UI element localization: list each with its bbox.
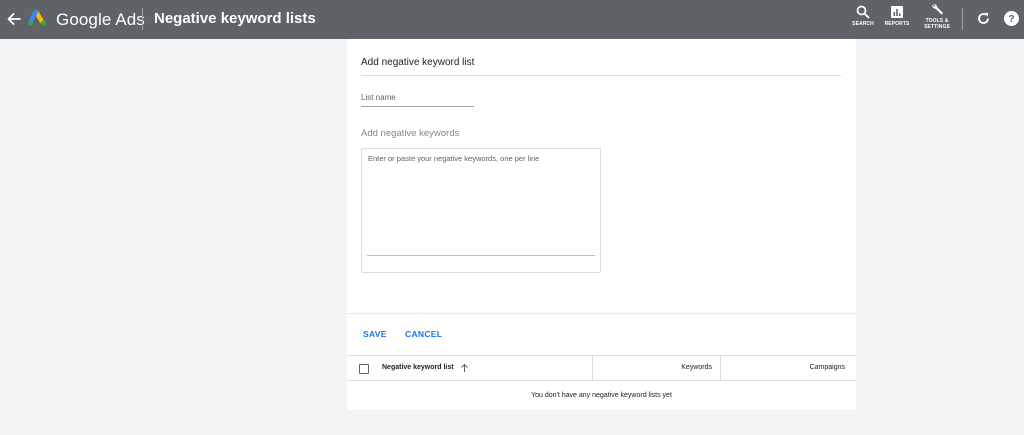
help-icon[interactable]: ?: [1003, 10, 1020, 27]
table-header: Negative keyword list Keywords Campaigns: [347, 355, 856, 381]
textarea-underline: [367, 255, 595, 256]
negative-list-panel: Add negative keyword list Add negative k…: [347, 39, 856, 410]
refresh-icon[interactable]: [976, 11, 991, 26]
reports-icon: [891, 6, 903, 18]
column-header-list[interactable]: Negative keyword list: [382, 364, 454, 371]
tools-label-line2: SETTINGS: [924, 24, 950, 30]
reports-button[interactable]: REPORTS: [883, 5, 911, 27]
form-title: Add negative keyword list: [361, 57, 475, 68]
header-divider: [142, 8, 143, 30]
form-title-divider: [361, 75, 841, 76]
tools-settings-button[interactable]: TOOLS & SETTINGS: [920, 4, 954, 30]
top-bar: Google Ads Negative keyword lists SEARCH…: [0, 0, 1024, 39]
page-title: Negative keyword lists: [154, 10, 316, 27]
svg-text:?: ?: [1008, 13, 1014, 25]
brand-name: Google Ads: [56, 10, 145, 29]
back-arrow-icon[interactable]: [6, 10, 22, 28]
sort-arrow-up-icon[interactable]: [460, 363, 469, 373]
cancel-button[interactable]: CANCEL: [405, 329, 442, 339]
actions-divider: [347, 313, 856, 314]
list-name-input[interactable]: [361, 89, 474, 107]
google-ads-logo[interactable]: [28, 10, 48, 27]
reports-label: REPORTS: [884, 21, 910, 27]
select-all-checkbox[interactable]: [359, 364, 369, 374]
search-label: SEARCH: [852, 21, 874, 27]
column-header-campaigns[interactable]: Campaigns: [721, 364, 845, 371]
wrench-icon: [931, 4, 943, 15]
search-icon: [856, 5, 870, 19]
header-divider-right: [962, 8, 963, 30]
column-header-keywords[interactable]: Keywords: [593, 364, 716, 371]
search-button[interactable]: SEARCH: [849, 5, 877, 27]
empty-table-message: You don't have any negative keyword list…: [531, 392, 672, 399]
save-button[interactable]: SAVE: [363, 329, 387, 339]
keywords-heading: Add negative keywords: [361, 128, 460, 139]
